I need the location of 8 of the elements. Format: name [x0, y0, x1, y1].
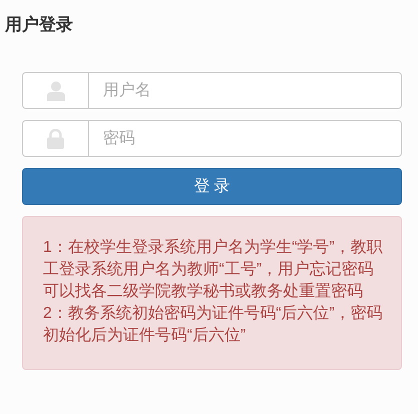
lock-icon [47, 128, 64, 148]
user-icon [46, 80, 64, 100]
input-field[interactable]: 用户名 [88, 72, 402, 109]
login-button[interactable]: 登 录 [22, 168, 402, 205]
page-title: 用户登录 [5, 14, 74, 36]
notice-text: 1：在校学生登录系统用户名为学生“学号”，教职工登录系统用户名为教师“工号”，用户忘记密码可以找各二级学院教学秘书或教务处重置密码 [43, 238, 383, 302]
notice-text: 2：教务系统初始密码为证件号码“后六位”，密码初始化后为证件号码“后六位” [43, 304, 383, 346]
input-field[interactable]: 密码 [88, 120, 402, 157]
